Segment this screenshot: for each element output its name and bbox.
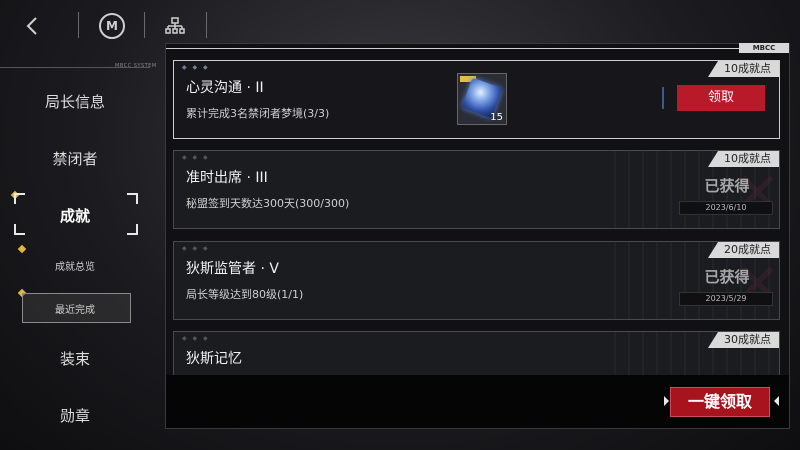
left-arrow-icon: [664, 396, 669, 406]
obtained-status: 已获得: [704, 268, 750, 286]
achievement-panel: MBCC ◆ ◆ ◆ 心灵沟通 · II 累计完成3名禁闭者梦境(3/3) 15…: [165, 43, 790, 429]
nav-sub-overview[interactable]: 成就总览: [0, 258, 150, 273]
achievement-desc: 累计完成3名禁闭者梦境(3/3): [186, 107, 330, 120]
obtained-date: 2023/5/29: [679, 292, 773, 306]
bracket-corner: [127, 193, 138, 204]
achievement-title: 狄斯监管者 · V: [186, 261, 279, 277]
sub-marker-icon: [17, 244, 27, 254]
nav-item-director-info[interactable]: 局长信息: [0, 91, 150, 112]
bottom-bar: 一键领取: [166, 375, 789, 428]
nav-item-sinners[interactable]: 禁闭者: [0, 148, 150, 169]
card-dots: ◆ ◆ ◆: [182, 154, 210, 161]
back-arrow-icon: [26, 17, 37, 35]
nav-item-medals[interactable]: 勋章: [0, 405, 150, 426]
reward-item[interactable]: 15: [457, 73, 507, 125]
achievement-card: ✕ ◆ ◆ ◆ 狄斯监管者 · V 局长等级达到80级(1/1) 已获得 202…: [173, 241, 780, 320]
divider: [662, 87, 664, 109]
card-dots: ◆ ◆ ◆: [182, 335, 210, 342]
achievement-title: 心灵沟通 · II: [186, 80, 264, 96]
divider: [78, 12, 79, 38]
claim-button[interactable]: 领取: [677, 85, 765, 111]
divider: [206, 12, 207, 38]
points-badge: 10成就点: [708, 151, 779, 167]
panel-tab: MBCC: [739, 43, 789, 53]
nav-header-text: MBCC SYSTEM: [115, 63, 157, 69]
nav-sub-recent[interactable]: 最近完成: [0, 301, 150, 316]
obtained-status: 已获得: [704, 177, 750, 195]
hierarchy-button[interactable]: [157, 8, 193, 44]
hierarchy-icon: [165, 17, 185, 34]
m-logo-icon: M: [99, 13, 125, 39]
obtained-date: 2023/6/10: [679, 201, 773, 215]
back-button[interactable]: [14, 8, 50, 44]
left-nav: MBCC SYSTEM 局长信息 禁闭者 成就 成就总览 最近完成 装束 勋章: [0, 60, 165, 450]
achievement-card: ✕ ◆ ◆ ◆ 准时出席 · III 秘盟签到天数达300天(300/300) …: [173, 150, 780, 229]
home-logo-button[interactable]: M: [94, 8, 130, 44]
achievement-desc: 秘盟签到天数达300天(300/300): [186, 197, 350, 210]
divider: [144, 12, 145, 38]
achievement-title: 准时出席 · III: [186, 170, 268, 186]
achievement-card: ◆ ◆ ◆ 心灵沟通 · II 累计完成3名禁闭者梦境(3/3) 15 领取 1…: [173, 60, 780, 139]
points-badge: 10成就点: [708, 61, 779, 77]
nav-item-achievements[interactable]: 成就: [0, 205, 150, 226]
bracket-corner: [14, 193, 25, 204]
claim-all-button[interactable]: 一键领取: [670, 387, 770, 417]
nav-item-outfits[interactable]: 装束: [0, 348, 150, 369]
card-dots: ◆ ◆ ◆: [182, 64, 210, 71]
reward-count: 15: [490, 112, 503, 123]
right-arrow-icon: [774, 396, 779, 406]
points-badge: 20成就点: [708, 242, 779, 258]
panel-top-line: [166, 48, 741, 49]
achievement-desc: 局长等级达到80级(1/1): [186, 288, 304, 301]
achievement-title: 狄斯记忆: [186, 351, 242, 367]
points-badge: 30成就点: [708, 332, 779, 348]
card-dots: ◆ ◆ ◆: [182, 245, 210, 252]
